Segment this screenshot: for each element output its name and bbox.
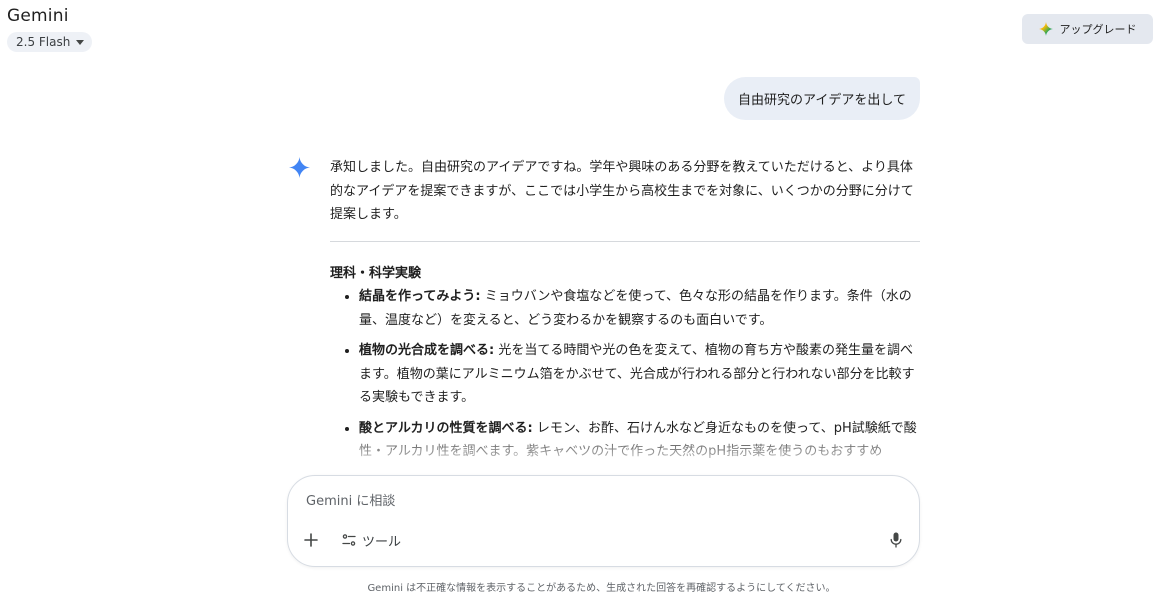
app-title: Gemini (7, 6, 69, 26)
user-message-bubble: 自由研究のアイデアを出して (724, 77, 920, 120)
divider (330, 240, 920, 242)
microphone-icon (890, 532, 902, 548)
caret-down-icon (76, 39, 85, 45)
list-item-title: 植物の光合成を調べる: (359, 343, 495, 358)
model-response: 承知しました。自由研究のアイデアですね。学年や興味のある分野を教えていただけると… (330, 156, 920, 468)
prompt-input[interactable] (304, 490, 868, 512)
section-title: 理科・科学実験 (330, 265, 422, 281)
gemini-spark-icon (289, 157, 310, 178)
user-message-text: 自由研究のアイデアを出して (738, 93, 906, 108)
idea-list: 結晶を作ってみよう: ミョウバンや食塩などを使って、色々な形の結晶を作ります。条… (330, 285, 920, 464)
upgrade-button[interactable]: アップグレード (1022, 14, 1153, 44)
list-item: 酸とアルカリの性質を調べる: レモン、お酢、石けん水など身近なものを使って、pH… (359, 417, 920, 464)
add-attachment-button[interactable] (300, 529, 322, 551)
response-intro: 承知しました。自由研究のアイデアですね。学年や興味のある分野を教えていただけると… (330, 160, 914, 222)
list-item-title: 結晶を作ってみよう: (359, 289, 481, 304)
disclaimer-text: Gemini は不正確な情報を表示することがあるため、生成された回答を再確認する… (367, 583, 836, 594)
gemini-spark-color-icon (1038, 22, 1053, 36)
prompt-composer: ツール (287, 475, 920, 567)
gemini-app: Gemini 2.5 Flash アップグレード 自由研究のアイデアを出して 承… (0, 0, 1160, 606)
list-item-title: 酸とアルカリの性質を調べる: (359, 420, 533, 436)
model-selector[interactable]: 2.5 Flash (7, 32, 93, 52)
list-item: 結晶を作ってみよう: ミョウバンや食塩などを使って、色々な形の結晶を作ります。条… (359, 285, 920, 332)
model-label: 2.5 Flash (16, 35, 71, 49)
microphone-button[interactable] (886, 530, 906, 550)
upgrade-label: アップグレード (1059, 23, 1137, 36)
tools-button[interactable]: ツール (342, 529, 401, 551)
tools-label: ツール (362, 534, 402, 550)
list-item: 植物の光合成を調べる: 光を当てる時間や光の色を変えて、植物の育ち方や酸素の発生… (359, 339, 920, 410)
plus-icon (304, 533, 318, 547)
tools-icon (342, 534, 356, 546)
